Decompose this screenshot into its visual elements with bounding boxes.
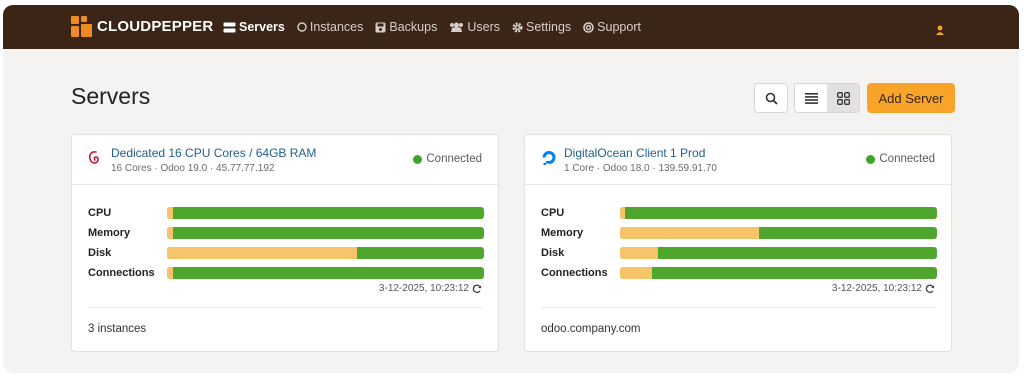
status-label: Connected — [879, 153, 935, 165]
last-updated-time: 3-12-2025, 10:23:12 — [831, 283, 922, 294]
usage-bar-fill — [167, 227, 174, 239]
cloudpepper-logo-icon — [71, 16, 92, 37]
nav-item-label: Backups — [389, 20, 438, 34]
search-button[interactable] — [754, 83, 788, 113]
server-meta: 16 Cores · Odoo 19.0 · 45.77.77.192 — [111, 163, 275, 174]
metric-label: Disk — [88, 247, 112, 259]
nav-item-servers[interactable]: Servers — [223, 20, 285, 34]
nav-item-settings[interactable]: Settings — [512, 20, 571, 34]
server-name-link[interactable]: Dedicated 16 CPU Cores / 64GB RAM — [111, 146, 316, 160]
metric-row-memory: Memory — [88, 223, 484, 243]
metrics-list: CPU Memory Disk Connections — [88, 203, 484, 283]
nav-item-users[interactable]: Users — [449, 20, 500, 34]
last-updated: 3-12-2025, 10:23:12 — [832, 283, 935, 294]
metric-label: Memory — [541, 227, 584, 239]
divider — [88, 307, 482, 308]
nav-item-support[interactable]: Support — [583, 20, 641, 34]
server-card-header: DigitalOcean Client 1 Prod 1 Core · Odoo… — [525, 135, 951, 185]
server-card[interactable]: DigitalOcean Client 1 Prod 1 Core · Odoo… — [524, 134, 952, 352]
usage-bar — [167, 267, 484, 279]
status-dot — [413, 154, 423, 164]
server-name-link[interactable]: DigitalOcean Client 1 Prod — [564, 146, 705, 160]
metric-row-connections: Connections — [88, 263, 484, 283]
nav-item-label: Servers — [239, 20, 285, 34]
users-icon — [450, 22, 464, 32]
user-icon — [936, 25, 944, 35]
metric-label: Disk — [541, 247, 565, 259]
usage-bar — [167, 247, 484, 259]
list-icon — [804, 92, 818, 104]
nav-item-instances[interactable]: Instances — [297, 20, 364, 34]
metric-row-disk: Disk — [88, 243, 484, 263]
status-badge: Connected — [866, 153, 935, 165]
status-dot — [866, 154, 876, 164]
gear-icon — [512, 22, 523, 32]
nav-item-label: Settings — [526, 20, 572, 34]
top-navbar: CLOUDPEPPER Servers Instances Backups Us… — [3, 5, 1019, 49]
usage-bar — [620, 267, 937, 279]
list-view-button[interactable] — [795, 84, 827, 112]
view-toggle — [794, 83, 860, 113]
debian-icon — [89, 151, 99, 164]
metric-row-cpu: CPU — [541, 203, 937, 223]
add-server-button[interactable]: Add Server — [867, 83, 955, 113]
server-meta: 1 Core · Odoo 18.0 · 139.59.91.70 — [564, 163, 717, 174]
page-toolbar: Add Server — [754, 83, 955, 113]
status-badge: Connected — [413, 153, 482, 165]
usage-bar — [620, 247, 937, 259]
last-updated: 3-12-2025, 10:23:12 — [379, 283, 482, 294]
nav-item-label: Users — [467, 20, 500, 34]
metric-row-connections: Connections — [541, 263, 937, 283]
metric-label: CPU — [541, 207, 565, 219]
user-menu[interactable] — [935, 22, 945, 40]
server-card[interactable]: Dedicated 16 CPU Cores / 64GB RAM 16 Cor… — [71, 134, 499, 352]
usage-bar-fill — [167, 207, 174, 219]
brand-name: CLOUDPEPPER — [97, 18, 214, 35]
usage-bar-fill — [620, 247, 659, 259]
app-window: CLOUDPEPPER Servers Instances Backups Us… — [3, 5, 1019, 373]
metric-row-memory: Memory — [541, 223, 937, 243]
refresh-icon[interactable] — [925, 284, 935, 294]
page-title: Servers — [71, 83, 151, 109]
metric-row-cpu: CPU — [88, 203, 484, 223]
usage-bar-fill — [620, 267, 652, 279]
usage-bar-fill — [167, 267, 174, 279]
metric-label: CPU — [88, 207, 112, 219]
nav-item-label: Instances — [309, 20, 364, 34]
grid-icon — [836, 91, 850, 105]
usage-bar-fill — [620, 227, 760, 239]
nav-item-backups[interactable]: Backups — [375, 20, 437, 34]
metric-row-disk: Disk — [541, 243, 937, 263]
server-icon — [223, 22, 236, 32]
main-nav: Servers Instances Backups Users Settings… — [223, 5, 653, 49]
metric-label: Connections — [88, 267, 155, 279]
server-card-header: Dedicated 16 CPU Cores / 64GB RAM 16 Cor… — [72, 135, 498, 185]
usage-bar-fill — [620, 207, 625, 219]
brand[interactable]: CLOUDPEPPER — [71, 16, 213, 37]
metric-label: Connections — [541, 267, 608, 279]
usage-bar — [620, 207, 937, 219]
backup-icon — [375, 22, 386, 32]
support-icon — [583, 21, 594, 33]
usage-bar-fill — [167, 247, 358, 259]
nav-item-label: Support — [597, 20, 641, 34]
usage-bar — [167, 227, 484, 239]
refresh-icon[interactable] — [472, 284, 482, 294]
usage-bar — [167, 207, 484, 219]
search-icon — [765, 92, 778, 105]
metrics-list: CPU Memory Disk Connections — [541, 203, 937, 283]
digitalocean-icon — [542, 151, 556, 165]
divider — [541, 307, 935, 308]
grid-view-button[interactable] — [827, 84, 859, 112]
circle-icon — [297, 22, 307, 32]
instances-count[interactable]: 3 instances — [88, 323, 146, 335]
status-label: Connected — [426, 153, 482, 165]
usage-bar — [620, 227, 937, 239]
last-updated-time: 3-12-2025, 10:23:12 — [378, 283, 469, 294]
server-domain[interactable]: odoo.company.com — [541, 323, 641, 335]
metric-label: Memory — [88, 227, 131, 239]
